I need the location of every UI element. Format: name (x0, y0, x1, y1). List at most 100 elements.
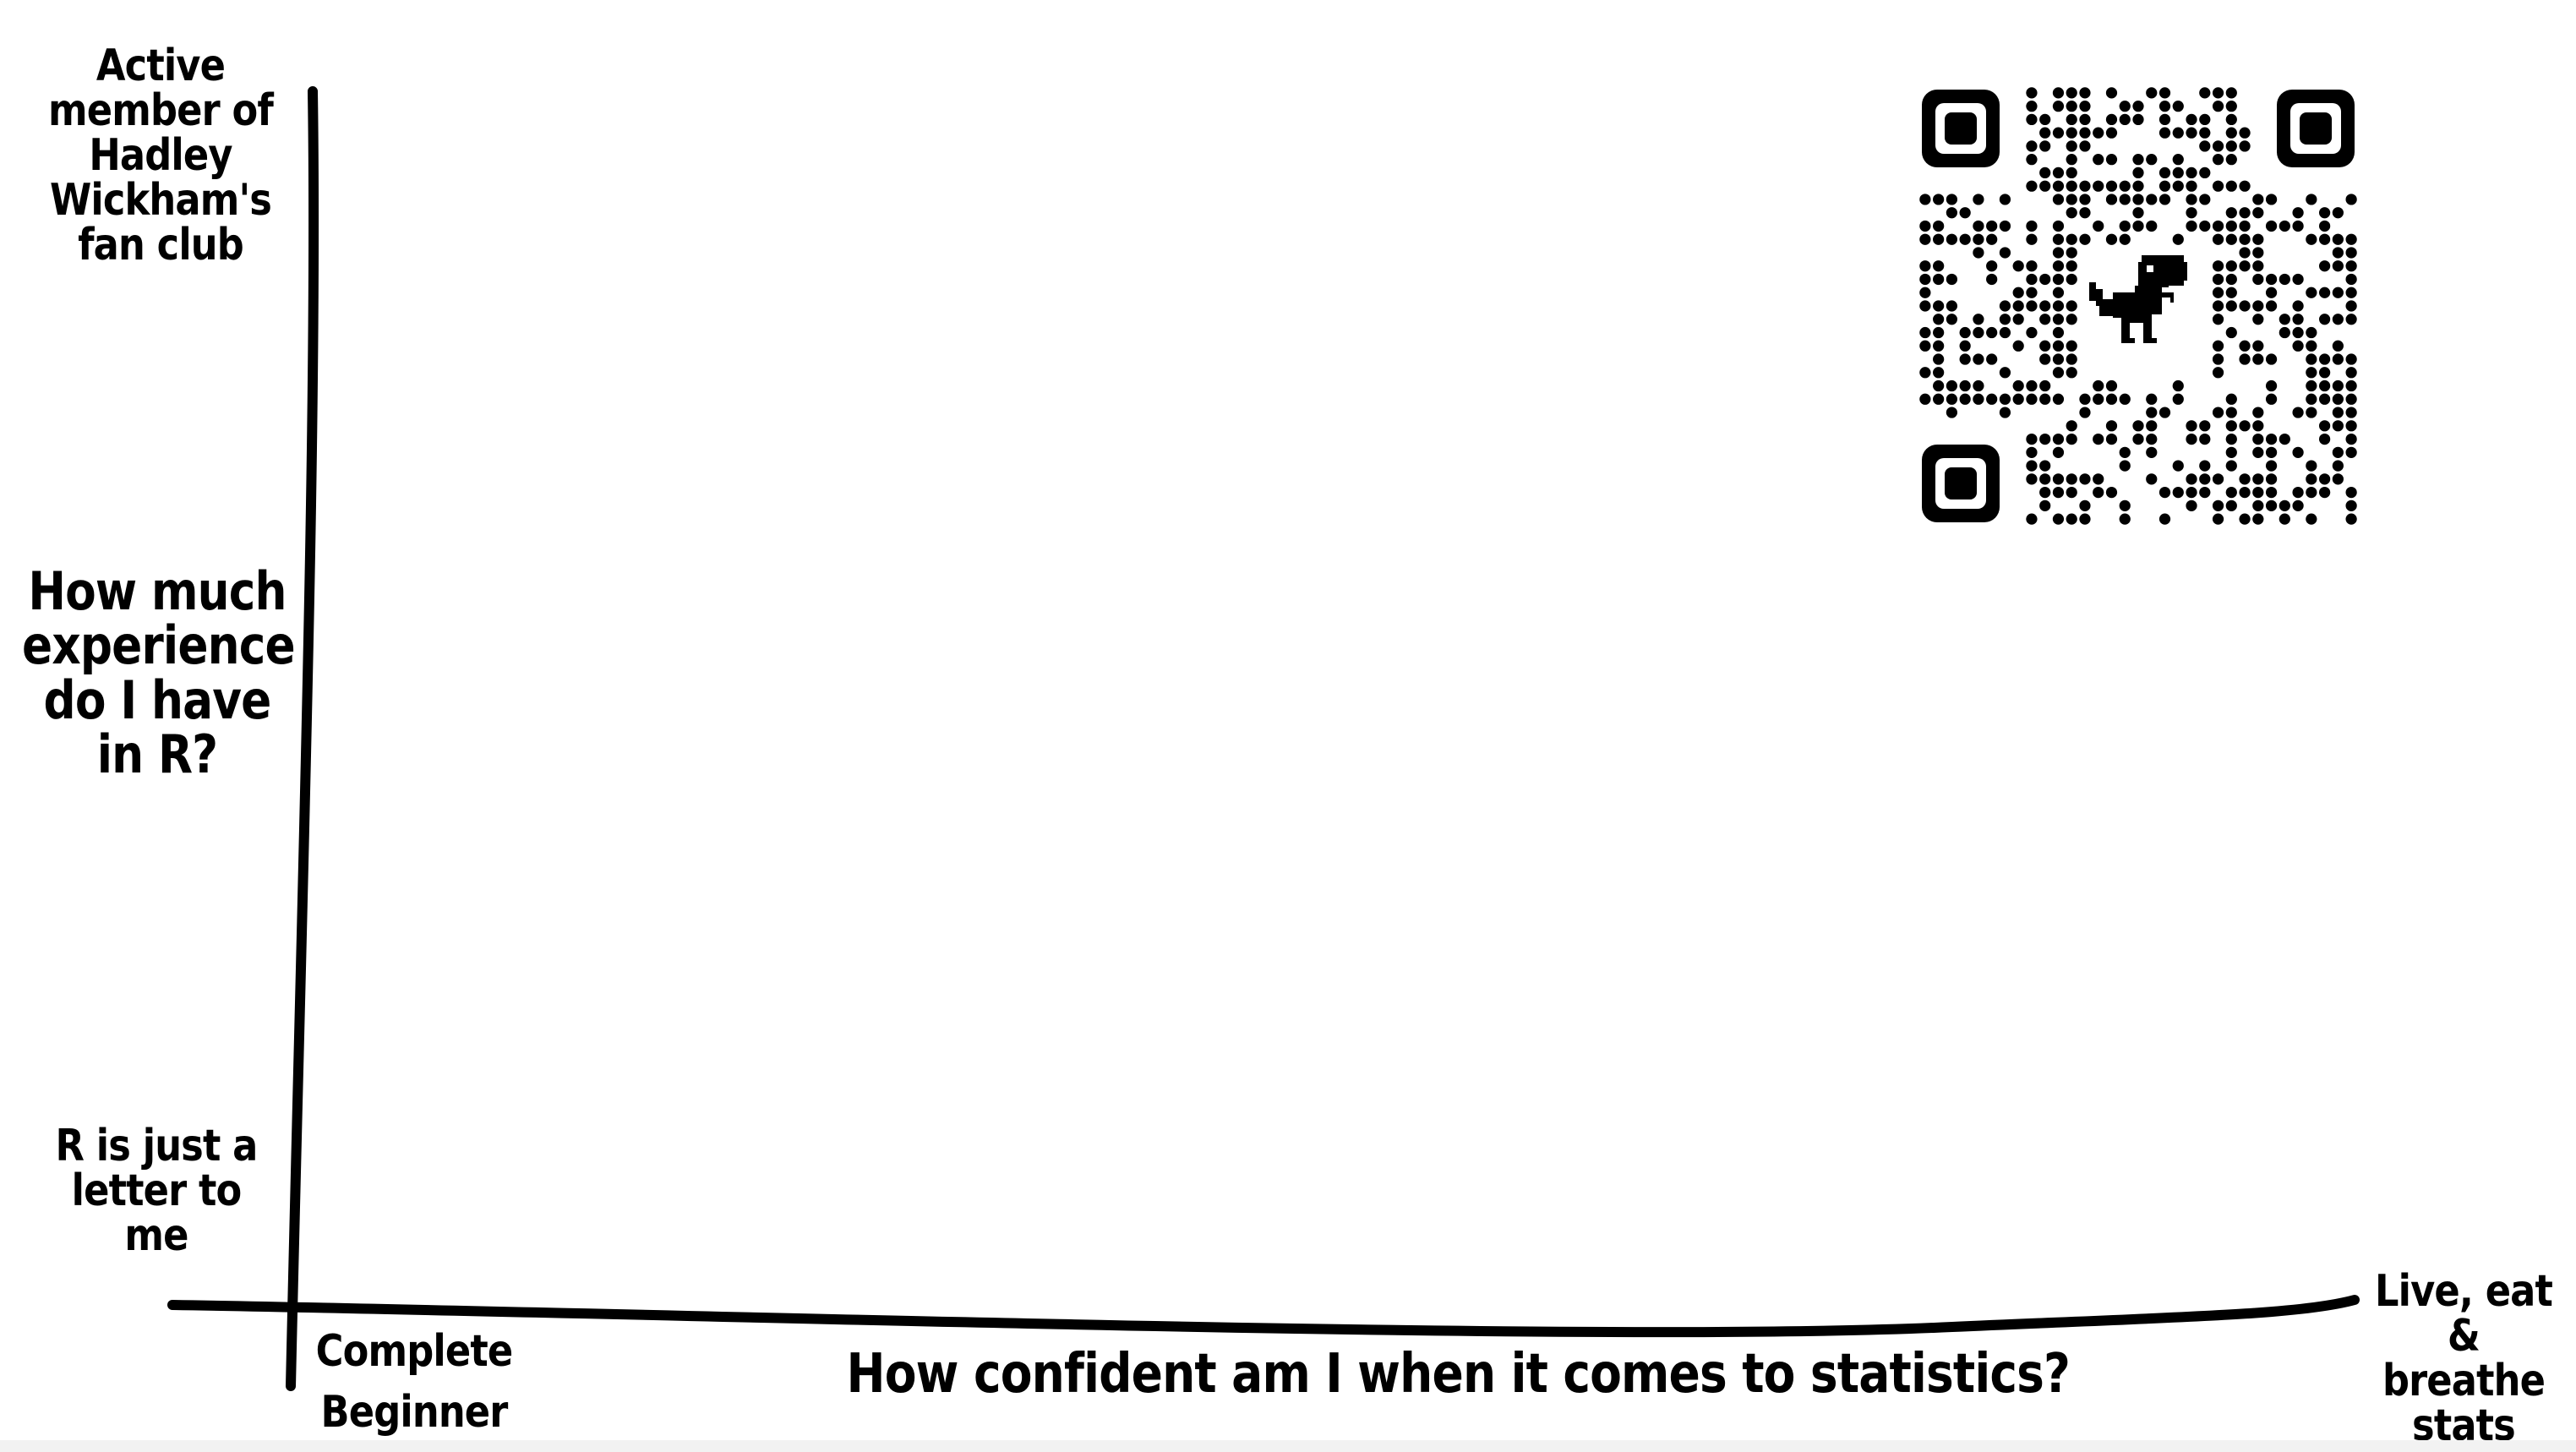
qr-module (1986, 233, 1998, 245)
qr-module (1999, 220, 2011, 232)
qr-module (2039, 393, 2051, 405)
qr-module (2066, 340, 2077, 352)
qr-module (2212, 499, 2224, 511)
qr-module (2239, 260, 2251, 272)
qr-module (2225, 154, 2237, 166)
qr-module (2239, 233, 2251, 245)
qr-module (2066, 101, 2077, 112)
qr-module (1973, 220, 1984, 232)
qr-module (2225, 300, 2237, 312)
qr-module (2105, 433, 2118, 445)
qr-module (2052, 194, 2065, 205)
qr-module (2306, 379, 2317, 392)
qr-module (1919, 233, 1931, 245)
qr-module (2239, 486, 2251, 499)
qr-module (2026, 433, 2038, 445)
qr-module (1919, 220, 1931, 232)
qr-module (2039, 166, 2051, 179)
qr-module (1946, 207, 1958, 219)
qr-module (2158, 513, 2171, 525)
qr-module (2039, 433, 2051, 445)
qr-module (2026, 101, 2038, 112)
qr-module (1919, 326, 1931, 339)
qr-module (1986, 220, 1998, 232)
qr-module (2225, 499, 2237, 511)
qr-module (2119, 180, 2131, 192)
qr-module (1999, 407, 2011, 418)
qr-code[interactable] (1918, 86, 2358, 526)
qr-module (2345, 420, 2357, 432)
x-axis-title: How confident am I when it comes to stat… (846, 1343, 2071, 1406)
qr-module (2252, 314, 2264, 325)
qr-module (2186, 113, 2197, 126)
qr-module (2225, 407, 2237, 418)
qr-module (2066, 127, 2077, 139)
qr-module (2199, 473, 2211, 485)
qr-module (2252, 273, 2264, 286)
qr-module (2318, 207, 2331, 219)
qr-module (2332, 407, 2344, 418)
qr-module (1986, 326, 1998, 339)
qr-module (2039, 353, 2051, 365)
qr-module (2186, 433, 2197, 445)
qr-module (1946, 233, 1958, 245)
qr-module (2079, 140, 2091, 152)
qr-module (1933, 367, 1945, 379)
qr-module (2252, 194, 2264, 205)
qr-module (2239, 140, 2251, 152)
qr-module (2212, 287, 2224, 298)
qr-module (2119, 233, 2131, 245)
qr-module (2332, 233, 2344, 245)
qr-module (2306, 326, 2317, 339)
qr-module (2066, 353, 2077, 365)
qr-module (1973, 233, 1984, 245)
qr-module (2212, 260, 2224, 272)
qr-module (2212, 101, 2224, 112)
qr-module (2239, 220, 2251, 232)
qr-module (2172, 166, 2184, 179)
qr-module (2239, 420, 2251, 432)
qr-module (2225, 140, 2237, 152)
qr-module (2052, 247, 2065, 259)
qr-module (1919, 260, 1931, 272)
qr-module (2026, 473, 2038, 485)
qr-module (2292, 407, 2304, 418)
qr-module (1919, 367, 1931, 379)
qr-module (1959, 207, 1971, 219)
qr-module (2079, 207, 2091, 219)
qr-module (2225, 220, 2237, 232)
qr-module (2212, 220, 2224, 232)
qr-module (1959, 379, 1971, 392)
qr-module (2172, 486, 2184, 499)
qr-module (2318, 314, 2331, 325)
qr-module (2265, 473, 2278, 485)
qr-module (2345, 287, 2357, 298)
y-axis-top-label: Active member of Hadley Wickham's fan cl… (48, 41, 274, 271)
qr-module (2212, 154, 2224, 166)
qr-module (2119, 220, 2131, 232)
qr-module (1973, 314, 1984, 325)
qr-module (2239, 180, 2251, 192)
qr-module (1986, 393, 1998, 405)
qr-module (1999, 300, 2011, 312)
x-axis-right-label: Live, eat & breathe stats (2374, 1266, 2553, 1452)
qr-module (2239, 247, 2251, 259)
qr-module (2252, 353, 2264, 365)
qr-module (2252, 499, 2264, 511)
qr-module (2225, 486, 2237, 499)
qr-module (2345, 499, 2357, 511)
qr-module (2265, 287, 2278, 298)
qr-module (2265, 353, 2278, 365)
qr-module (2318, 433, 2331, 445)
qr-module (2318, 379, 2331, 392)
qr-module (1999, 247, 2011, 259)
qr-module (2026, 460, 2038, 472)
qr-module (2052, 287, 2065, 298)
qr-module (2026, 379, 2038, 392)
qr-module (2225, 127, 2237, 139)
qr-module (1959, 326, 1971, 339)
bottom-strip (0, 1440, 2576, 1452)
qr-module (2132, 433, 2144, 445)
qr-module (2105, 113, 2118, 126)
qr-module (2345, 433, 2357, 445)
